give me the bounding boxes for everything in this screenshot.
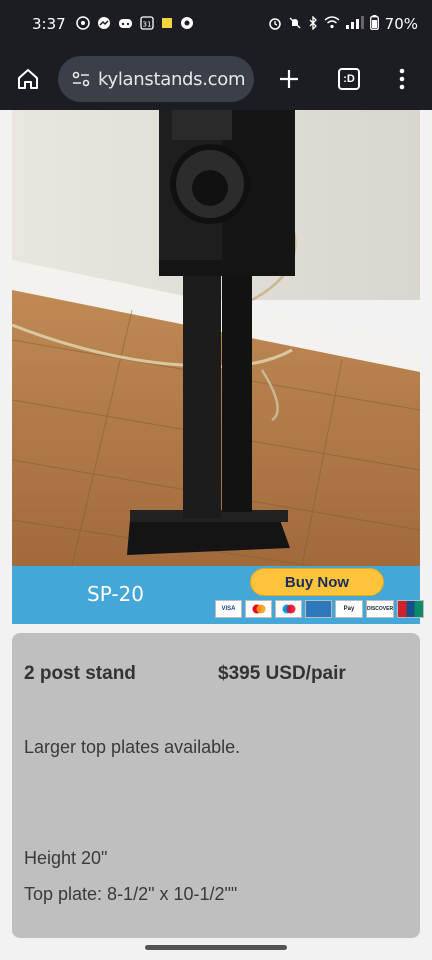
chrome-icon: [180, 16, 194, 32]
alarm-icon: [268, 16, 282, 33]
buy-now-button[interactable]: Buy Now: [250, 568, 384, 596]
product-height: Height 20": [24, 848, 108, 868]
address-bar[interactable]: kylanstands.com: [58, 56, 254, 102]
home-icon: [18, 69, 38, 89]
product-price: $395 USD/pair: [218, 663, 346, 684]
svg-text:31: 31: [142, 21, 151, 29]
notes-icon: [161, 17, 173, 31]
product-info-card: 2 post stand $395 USD/pair Larger top pl…: [12, 633, 420, 938]
messenger-icon: [97, 16, 111, 32]
status-bar: 3:37 31 70%: [0, 0, 432, 48]
maestro-icon: [275, 600, 302, 618]
whatsapp-icon: [75, 16, 90, 32]
site-settings-icon[interactable]: [68, 66, 94, 92]
product-name: 2 post stand: [24, 663, 136, 684]
calendar-icon: 31: [140, 16, 154, 32]
url-text: kylanstands.com: [98, 68, 246, 90]
bluetooth-icon: [308, 14, 318, 33]
tab-switcher-button[interactable]: :D: [334, 59, 364, 99]
apple-pay-icon: Pay: [335, 600, 363, 618]
product-photo: [12, 110, 420, 566]
status-time: 3:37: [32, 15, 66, 33]
home-button[interactable]: [0, 48, 56, 110]
wifi-icon: [324, 16, 340, 32]
product-summary-row: 2 post stand $395 USD/pair: [24, 663, 408, 685]
status-right: 70%: [268, 14, 418, 33]
battery-icon: [369, 15, 379, 33]
tab-count-badge: :D: [338, 68, 360, 90]
payment-methods: VISA Pay DISCOVER: [215, 600, 424, 618]
signal-icon: [345, 16, 364, 32]
battery-percent: 70%: [384, 15, 418, 33]
discover-icon: DISCOVER: [366, 600, 394, 618]
discord-icon: [118, 17, 133, 31]
plus-icon: [280, 70, 298, 88]
top-plate-size: Top plate: 8-1/2" x 10-1/2"": [24, 884, 238, 904]
mute-icon: [288, 16, 302, 33]
mastercard-icon: [245, 600, 272, 618]
model-name: SP-20: [87, 582, 144, 606]
more-vert-icon: [399, 68, 405, 90]
visa-icon: VISA: [215, 600, 242, 618]
notification-icons: 31: [75, 16, 194, 32]
gesture-navigation-bar[interactable]: [145, 945, 287, 950]
browser-menu-button[interactable]: [392, 59, 412, 99]
browser-toolbar: kylanstands.com :D: [0, 48, 432, 110]
product-banner: SP-20 Buy Now VISA Pay DISCOVER: [12, 566, 424, 624]
amex-icon: [305, 600, 332, 618]
new-tab-button[interactable]: [274, 59, 304, 99]
unionpay-icon: [397, 600, 424, 618]
top-plate-note: Larger top plates available.: [24, 737, 241, 757]
web-page: SP-20 Buy Now VISA Pay DISCOVER 2 post s…: [0, 110, 432, 960]
